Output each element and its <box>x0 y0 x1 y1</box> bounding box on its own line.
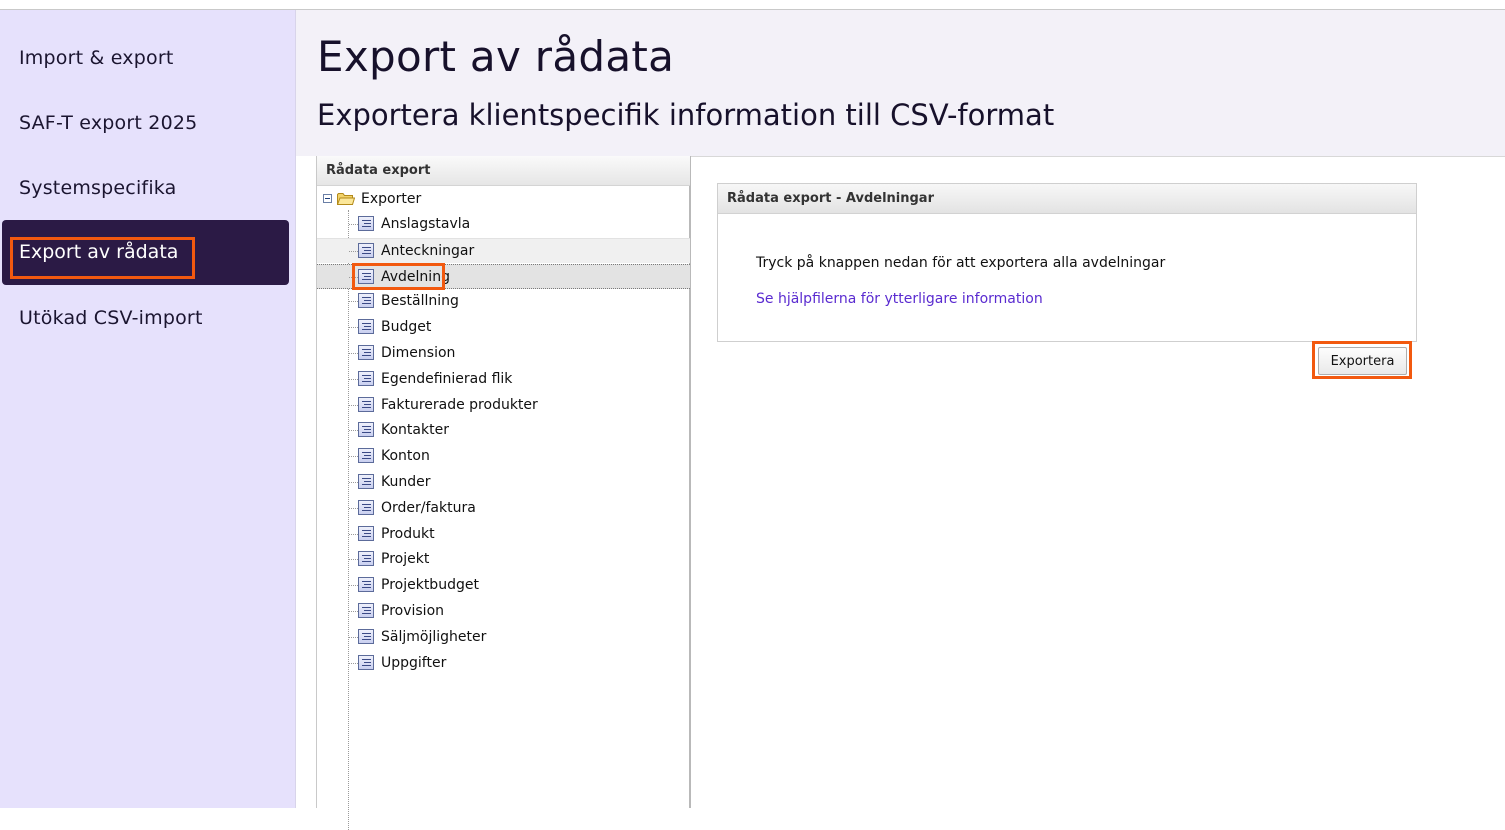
tree-connector <box>349 482 358 483</box>
tree-item-label: Order/faktura <box>381 500 476 516</box>
document-list-icon <box>358 371 374 386</box>
document-list-icon <box>358 448 374 463</box>
tree-item[interactable]: Produkt <box>317 522 690 547</box>
sidebar-item-saf-t-export[interactable]: SAF-T export 2025 <box>19 112 197 134</box>
tree-connector <box>349 251 358 252</box>
tree-item[interactable]: Projektbudget <box>317 573 690 598</box>
tree-connector <box>349 663 358 664</box>
content-area: Rådata export - Avdelningar Tryck på kna… <box>691 156 1505 808</box>
tree-item[interactable]: Egendefinierad flik <box>317 367 690 392</box>
tree-item-label: Avdelning <box>381 269 450 285</box>
tree-item[interactable]: Säljmöjligheter <box>317 625 690 650</box>
tree-connector <box>349 327 358 328</box>
sidebar-item-label: Export av rådata <box>19 241 179 263</box>
tree-panel: Rådata export Exporter Anslagstavla Antec… <box>316 156 691 830</box>
tree-item-label: Uppgifter <box>381 655 447 671</box>
document-list-icon <box>358 319 374 334</box>
sidebar-item-export-av-radata[interactable]: Export av rådata <box>2 220 289 285</box>
tree-item-label: Anteckningar <box>381 243 475 259</box>
tree-item-label: Kunder <box>381 474 431 490</box>
tree-item[interactable]: Anslagstavla <box>317 212 690 237</box>
tree-panel-title: Rådata export <box>317 156 690 186</box>
document-list-icon <box>358 526 374 541</box>
document-list-icon <box>358 243 374 258</box>
tree-connector <box>349 611 358 612</box>
tree-item[interactable]: Avdelning <box>317 264 690 289</box>
tree-item-label: Konton <box>381 448 430 464</box>
tree-item[interactable]: Anteckningar <box>317 238 690 263</box>
tree-connector <box>349 430 358 431</box>
document-list-icon <box>358 551 374 566</box>
tree-item-label: Projektbudget <box>381 577 479 593</box>
tree-item[interactable]: Fakturerade produkter <box>317 393 690 418</box>
document-list-icon <box>358 345 374 360</box>
tree-item[interactable]: Beställning <box>317 289 690 314</box>
tree-connector <box>349 534 358 535</box>
tree-root-label: Exporter <box>361 191 422 207</box>
tree-connector <box>349 379 358 380</box>
tree-item[interactable]: Kontakter <box>317 418 690 443</box>
tree-connector <box>349 508 358 509</box>
tree-item-label: Fakturerade produkter <box>381 397 538 413</box>
page-title: Export av rådata <box>317 32 675 81</box>
tree-item-label: Egendefinierad flik <box>381 371 513 387</box>
tree-item-label: Kontakter <box>381 422 449 438</box>
tree-item[interactable]: Dimension <box>317 341 690 366</box>
tree-connector <box>349 585 358 586</box>
tree-connector <box>349 224 358 225</box>
tree-connector <box>349 559 358 560</box>
export-card: Rådata export - Avdelningar Tryck på kna… <box>717 183 1417 342</box>
document-list-icon <box>358 293 374 308</box>
card-title: Rådata export - Avdelningar <box>718 184 1416 214</box>
folder-open-icon <box>337 193 355 205</box>
tree-item-label: Beställning <box>381 293 459 309</box>
sidebar-item-import-export[interactable]: Import & export <box>19 47 174 69</box>
collapse-icon[interactable] <box>323 194 332 203</box>
document-list-icon <box>358 216 374 231</box>
tree-item[interactable]: Budget <box>317 315 690 340</box>
tree-item[interactable]: Order/faktura <box>317 496 690 521</box>
tree-item-label: Provision <box>381 603 445 619</box>
document-list-icon <box>358 603 374 618</box>
page-subtitle: Exportera klientspecifik information til… <box>317 98 1055 132</box>
tree-item-label: Säljmöjligheter <box>381 629 487 645</box>
tree-item-label: Anslagstavla <box>381 216 471 232</box>
tree-item-label: Produkt <box>381 526 435 542</box>
export-button[interactable]: Exportera <box>1318 347 1407 375</box>
document-list-icon <box>358 422 374 437</box>
tree-item-label: Budget <box>381 319 432 335</box>
tree-item[interactable]: Provision <box>317 599 690 624</box>
document-list-icon <box>358 397 374 412</box>
top-border <box>0 0 1505 10</box>
sidebar-item-utokad-csv-import[interactable]: Utökad CSV-import <box>19 307 203 329</box>
tree-connector <box>349 405 358 406</box>
sidebar-item-systemspecifika[interactable]: Systemspecifika <box>19 177 177 199</box>
tree-item-label: Projekt <box>381 551 430 567</box>
tree-connector <box>349 456 358 457</box>
page-header: Export av rådata Exportera klientspecifi… <box>296 10 1505 156</box>
tree-item[interactable]: Konton <box>317 444 690 469</box>
tree-item[interactable]: Kunder <box>317 470 690 495</box>
tree-connector <box>349 353 358 354</box>
tree-connector <box>349 301 358 302</box>
document-list-icon <box>358 655 374 670</box>
tree-item-label: Dimension <box>381 345 456 361</box>
help-link[interactable]: Se hjälpfilerna för ytterligare informat… <box>756 291 1043 307</box>
tree-item[interactable]: Projekt <box>317 547 690 572</box>
instruction-text: Tryck på knappen nedan för att exportera… <box>756 255 1166 271</box>
document-list-icon <box>358 629 374 644</box>
tree-connector <box>349 637 358 638</box>
tree-connector <box>349 277 358 278</box>
document-list-icon <box>358 474 374 489</box>
document-list-icon <box>358 500 374 515</box>
document-list-icon <box>358 269 374 284</box>
document-list-icon <box>358 577 374 592</box>
tree-item[interactable]: Uppgifter <box>317 651 690 676</box>
sidebar: Import & export SAF-T export 2025 System… <box>0 10 296 808</box>
